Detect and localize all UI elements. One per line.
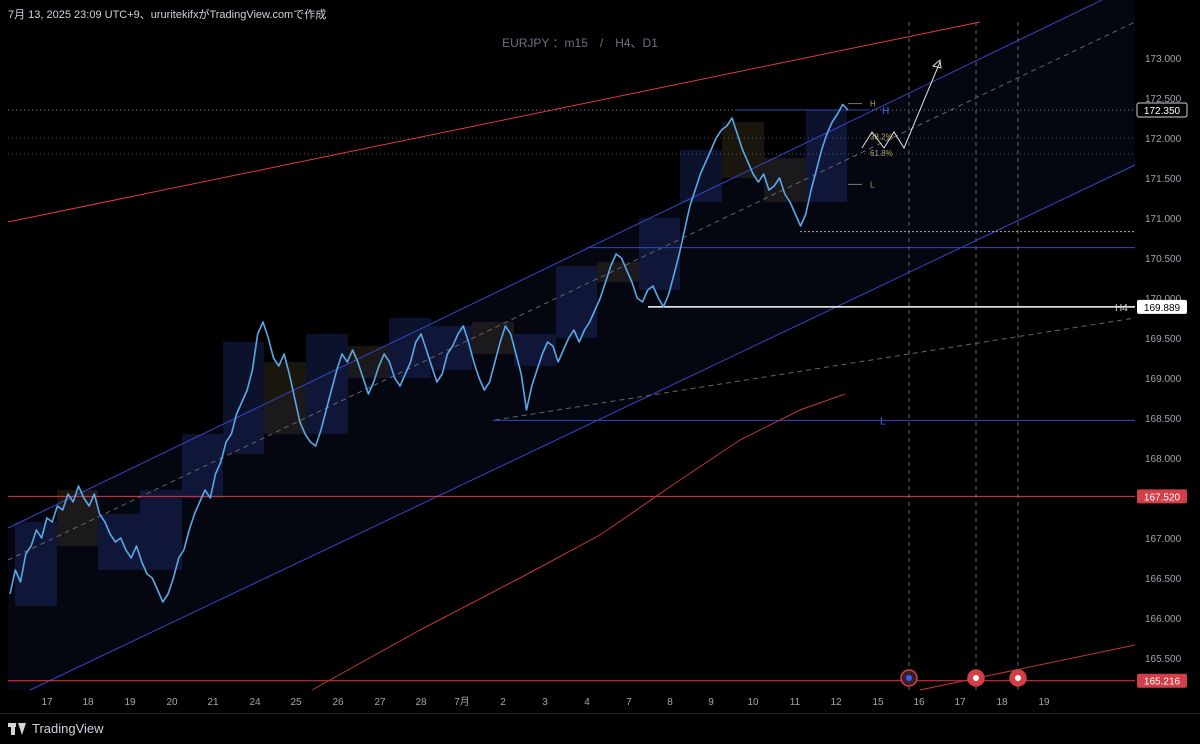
h4-tag: H4	[1115, 303, 1128, 314]
tradingview-logo-icon	[8, 722, 26, 735]
x-tick-label: 11	[790, 697, 801, 708]
x-tick-label: 3	[542, 697, 548, 708]
price-marker: 172.350	[1136, 102, 1188, 118]
footer-divider	[0, 713, 1200, 714]
brand-name: TradingView	[32, 721, 104, 736]
x-tick-label: 7	[626, 697, 632, 708]
x-tick-label: 17	[954, 697, 966, 708]
price-marker-label: 172.350	[1144, 106, 1181, 117]
price-marker: 169.889	[1137, 299, 1187, 314]
price-marker: 167.520	[1137, 489, 1187, 504]
fib-label: 61.8%	[870, 149, 893, 158]
tradingview-brand[interactable]: TradingView	[8, 721, 104, 736]
y-tick-label: 169.000	[1145, 374, 1182, 385]
economic-event-icon	[1009, 669, 1027, 687]
level-l-label: L	[880, 416, 886, 427]
y-tick-label: 171.500	[1145, 174, 1182, 185]
y-tick-label: 165.500	[1145, 654, 1182, 665]
price-marker-label: 167.520	[1144, 492, 1181, 503]
x-tick-label: 10	[747, 697, 759, 708]
trend-channel	[7, 0, 1136, 691]
symbol-label: EURJPY ：m15 / H4、D1	[502, 36, 658, 50]
x-tick-label: 26	[332, 697, 344, 708]
channel-mid-line	[7, 21, 1136, 561]
y-tick-label: 166.000	[1145, 614, 1182, 625]
event-dot	[1015, 675, 1021, 681]
x-tick-label: 2	[500, 697, 506, 708]
x-tick-label: 12	[830, 697, 842, 708]
price-marker-label: 165.216	[1144, 677, 1181, 688]
x-tick-label: 17	[41, 697, 53, 708]
x-tick-label: 7月	[454, 696, 470, 708]
x-tick-label: 9	[708, 697, 714, 708]
y-tick-label: 168.000	[1145, 454, 1182, 465]
x-tick-label: 16	[913, 697, 925, 708]
x-tick-label: 18	[82, 697, 94, 708]
x-axis: 17 18 19 20 21 24 25 26 27 28 7月 2 3 4 7 8 9 10 11 12 15 16 17…	[41, 696, 1050, 708]
economic-event-icon	[900, 669, 918, 687]
price-marker: 165.216	[1137, 673, 1187, 688]
y-tick-label: 170.500	[1145, 254, 1182, 265]
fib-label: L	[870, 180, 875, 189]
y-tick-label: 172.000	[1145, 134, 1182, 145]
event-dot	[906, 675, 912, 681]
y-tick-label: 171.000	[1145, 214, 1182, 225]
price-markers: 172.350 169.889 167.520 165.216	[1136, 102, 1188, 688]
y-tick-label: 169.500	[1145, 334, 1182, 345]
x-tick-label: 19	[1038, 697, 1050, 708]
fib-label: H	[870, 100, 876, 109]
event-icons	[900, 669, 1027, 687]
x-tick-label: 4	[584, 697, 590, 708]
y-tick-label: 167.000	[1145, 534, 1182, 545]
x-tick-label: 28	[415, 697, 427, 708]
x-tick-label: 19	[124, 697, 136, 708]
channel-fill	[8, 0, 1135, 690]
x-tick-label: 15	[872, 697, 884, 708]
x-tick-label: 8	[667, 697, 673, 708]
x-tick-label: 18	[996, 697, 1008, 708]
x-tick-label: 21	[207, 697, 219, 708]
price-chart[interactable]: HLH4 38.2%61.8%HL EURJPY ：m15 / H4、D1 17…	[0, 0, 1200, 744]
y-axis: 173.000172.500172.000171.500171.000170.5…	[1145, 54, 1182, 665]
y-tick-label: 173.000	[1145, 54, 1182, 65]
x-tick-label: 25	[290, 697, 302, 708]
moving-average-future	[919, 644, 1136, 691]
x-tick-label: 24	[249, 697, 261, 708]
event-dot	[973, 675, 979, 681]
y-tick-label: 166.500	[1145, 574, 1182, 585]
economic-event-icon	[967, 669, 985, 687]
x-tick-label: 20	[166, 697, 178, 708]
channel-lower-line	[29, 164, 1136, 691]
projection-arrow-head	[931, 59, 942, 69]
x-tick-label: 27	[374, 697, 386, 708]
price-marker-label: 169.889	[1144, 303, 1181, 314]
level-h-label: H	[882, 106, 889, 117]
y-tick-label: 168.500	[1145, 414, 1182, 425]
